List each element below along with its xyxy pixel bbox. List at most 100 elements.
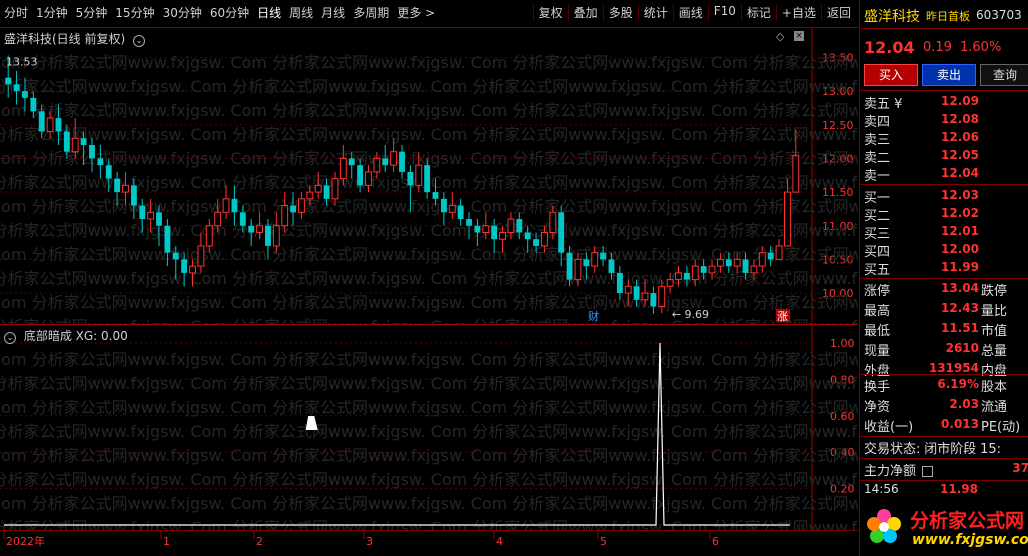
candle-body [357,165,364,186]
zhang-tag[interactable]: 涨 [777,310,788,323]
candle-body [566,252,573,280]
period-tab-7[interactable]: 周线 [285,4,317,21]
quote-header: 盛洋科技 昨日首板 603703 [860,0,1028,29]
watermark-text: Com 分析家公式网www.fxjgsw. Com 分析家公式网www.fxjg… [0,269,858,288]
query-button[interactable]: 查询 [980,64,1028,86]
table-icon[interactable] [921,466,933,477]
tool-button-5[interactable]: F10 [707,4,741,21]
date-label: 2022年 [6,534,45,548]
close-icon[interactable]: × [794,31,804,41]
trade-state-value: 闭市阶段 [924,442,977,457]
book-row: 买五 11.99 [860,258,1028,278]
candle-body [591,252,599,267]
site-logo: 分析家公式网 www.fxjgsw.com [860,500,1028,556]
watermark-text: Com 分析家公式网www.fxjgsw. Com 分析家公式网www.fxjg… [0,518,858,530]
candle-body [197,245,205,267]
main-flow-label: 主力净额 [864,464,917,479]
period-tab-0[interactable]: 分时 [0,4,32,21]
chevron-down-icon[interactable]: ⌄ [133,35,146,47]
period-tab-1[interactable]: 1分钟 [32,4,72,21]
tool-button-2[interactable]: 多股 [602,4,638,21]
candle-body [63,131,70,152]
buy-button[interactable]: 买入 [864,64,918,86]
row-value: 13.04 [941,281,979,295]
kline-chart[interactable]: 13.50 13.00 12.50 12.00 11.50 11.00 10.50 10.00… [0,28,858,325]
divider [860,184,1028,185]
price-change-pct: 1.60% [960,40,1002,55]
candle-body [390,151,398,166]
candle-body [222,198,230,213]
watermark-text: Com 分析家公式网www.fxjgsw. Com 分析家公式网www.fxjg… [0,422,858,441]
candle-body [675,272,682,281]
candle-body [600,252,607,260]
candle-body [432,192,439,199]
tool-button-0[interactable]: 复权 [532,4,568,21]
cai-tag[interactable]: 财 [588,309,599,323]
period-tab-6[interactable]: 日线 [253,4,285,21]
row-value: 12.01 [941,224,979,238]
book-row: 卖一 12.04 [860,164,1028,184]
book-row: 卖二 12.05 [860,146,1028,166]
candle-body [105,165,112,179]
ask-book: 卖五 ¥12.09 卖四 12.08 卖三 12.06 卖二 12.05 卖一 12.04 [860,92,1028,184]
row-label: 买五 [864,263,891,278]
tool-button-4[interactable]: 画线 [672,4,708,21]
date-label: 2 [256,535,263,548]
period-tab-5[interactable]: 60分钟 [206,4,253,21]
period-tab-2[interactable]: 5分钟 [72,4,112,21]
period-toolbar: 分时 1分钟 5分钟 15分钟 30分钟 60分钟 日线 周线 月线 多周期 更多 > 复权 叠加 多股… [0,0,858,28]
candle-body [348,158,355,166]
stats-block-2: 换手 6.19% 股本 净资 2.03 流通 收益(一) 0.013 PE(动) [860,374,1028,435]
indicator-chart[interactable]: 1.000.800.600.400.20Com 分析家公式网www.fxjgsw… [0,325,858,530]
indicator-title: ⌄ 底部暗成 XG: 0.00 [4,327,128,344]
period-tabs: 分时 1分钟 5分钟 15分钟 30分钟 60分钟 日线 周线 月线 多周期 更多 > [0,4,439,21]
row-label: 涨停 [864,284,891,299]
date-axis: 2022年 1 2 3 4 5 6 [0,530,858,553]
date-label: 4 [496,535,503,548]
candle-body [775,245,783,260]
kline-svg[interactable]: 13.5013.0012.5012.0011.5011.0010.5010.00… [0,28,858,324]
period-tab-9[interactable]: 多周期 [349,4,393,21]
watermark-text: Com 分析家公式网www.fxjgsw. Com 分析家公式网www.fxjg… [0,221,858,240]
tool-buttons: 复权 叠加 多股 统计 画线 F10 标记 +自选 返回 [532,4,856,21]
tool-button-3[interactable]: 统计 [637,4,673,21]
period-tab-3[interactable]: 15分钟 [111,4,158,21]
candle-body [331,178,339,200]
candle-body [541,231,548,247]
tool-button-7[interactable]: +自选 [775,4,821,21]
row-value: 12.02 [941,206,979,220]
candle-body [290,205,297,213]
app-window: 分时 1分钟 5分钟 15分钟 30分钟 60分钟 日线 周线 月线 多周期 更多 > 复权 叠加 多股… [0,0,1028,556]
last-price: 12.04 [864,38,915,57]
book-row: 卖四 12.08 [860,110,1028,130]
low-label: ← 9.69 [672,308,709,321]
indicator-svg[interactable]: 1.000.800.600.400.20Com 分析家公式网www.fxjgsw… [0,325,858,530]
candle-body [624,285,632,294]
candle-body [583,259,590,267]
tool-button-1[interactable]: 叠加 [567,4,603,21]
diamond-icon[interactable]: ◇ [776,30,784,43]
logo-url: www.fxjgsw.com [912,532,1028,548]
period-tab-10[interactable]: 更多 > [393,4,439,21]
y-tick-label: 1.00 [830,337,855,350]
tool-button-6[interactable]: 标记 [740,4,776,21]
candle-body [474,225,481,233]
candle-body [122,184,129,193]
stat-row: 换手 6.19% 股本 [860,374,1028,395]
quote-panel: 盛洋科技 昨日首板 603703 12.04 0.19 1.60% 买入 卖出 … [859,0,1028,556]
candle-body [758,252,766,267]
candle-body [298,198,305,213]
chevron-down-icon[interactable]: ⌄ [4,332,16,344]
period-tab-4[interactable]: 30分钟 [159,4,206,21]
trade-state-row: 交易状态: 闭市阶段 15: [864,438,1028,457]
period-tab-8[interactable]: 月线 [317,4,349,21]
watermark-text: Com 分析家公式网www.fxjgsw. Com 分析家公式网www.fxjg… [0,446,858,465]
candle-body [164,225,171,253]
sell-button[interactable]: 卖出 [922,64,976,86]
candle-body [507,218,515,233]
candle-body [650,293,657,307]
row-value: 12.03 [941,188,979,202]
stock-name: 盛洋科技 [864,9,920,25]
tool-button-8[interactable]: 返回 [820,4,856,21]
row-label-2: 总量 [981,344,1008,359]
